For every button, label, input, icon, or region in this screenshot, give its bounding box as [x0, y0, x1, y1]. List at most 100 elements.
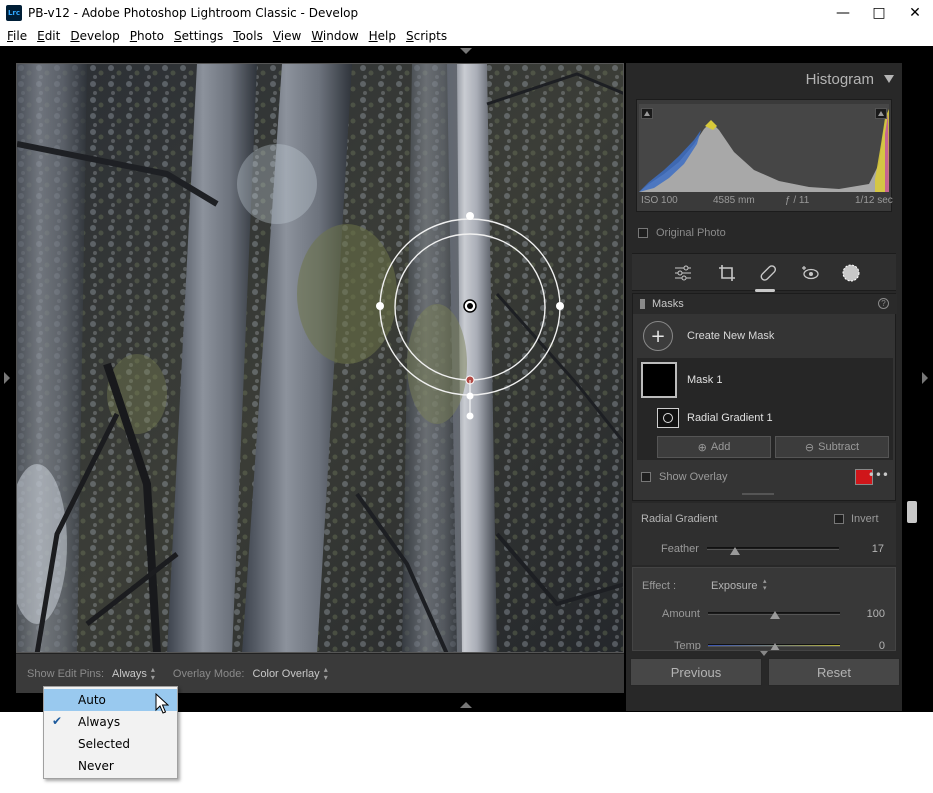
left-panel-toggle-icon[interactable] — [4, 372, 10, 384]
original-photo-checkbox[interactable] — [638, 228, 648, 238]
menu-scripts[interactable]: Scripts — [401, 29, 452, 43]
previous-button[interactable]: Previous — [630, 658, 762, 686]
menu-edit[interactable]: Edit — [32, 29, 65, 43]
right-panel-toggle-icon[interactable] — [922, 372, 928, 384]
subtract-icon: ⊖ — [804, 440, 815, 454]
dropdown-item-label: Selected — [78, 737, 131, 751]
masking-icon[interactable] — [840, 262, 862, 284]
invert-checkbox[interactable] — [834, 514, 844, 524]
effect-select[interactable]: Exposure — [711, 580, 757, 592]
dropdown-item-label: Auto — [78, 693, 106, 707]
invert-label: Invert — [851, 513, 879, 525]
amount-value[interactable]: 100 — [845, 608, 885, 620]
checkmark-icon: ✔ — [52, 714, 63, 728]
add-button[interactable]: ⊕ Add — [657, 436, 771, 458]
subtract-button[interactable]: ⊖ Subtract — [775, 436, 889, 458]
edit-pins-label: Show Edit Pins: — [27, 667, 105, 680]
reset-button[interactable]: Reset — [768, 658, 900, 686]
original-photo-label: Original Photo — [656, 227, 726, 239]
minimize-icon[interactable]: — — [825, 0, 861, 26]
plus-icon[interactable]: + — [643, 321, 673, 351]
temp-slider-thumb[interactable] — [770, 643, 780, 650]
effect-panel: Effect : Exposure ▴ ▾ Amount 100 Temp 0 — [632, 567, 896, 651]
help-icon[interactable]: ? — [878, 298, 889, 309]
crop-icon[interactable] — [716, 262, 738, 284]
shadow-clipping-icon[interactable] — [641, 108, 653, 119]
exif-info: ISO 100 4585 mm ƒ / 11 1/12 sec — [637, 195, 893, 209]
menu-bar: File Edit Develop Photo Settings Tools V… — [0, 26, 933, 46]
dropdown-item-selected[interactable]: Selected — [44, 733, 177, 755]
dropdown-item-never[interactable]: Never — [44, 755, 177, 777]
highlight-clipping-icon[interactable] — [875, 108, 887, 119]
menu-photo[interactable]: Photo — [125, 29, 169, 43]
dropdown-item-label: Always — [78, 715, 121, 729]
effect-caret-icon[interactable]: ▴ ▾ — [763, 578, 767, 592]
maximize-icon[interactable]: □ — [861, 0, 897, 26]
bottom-buttons: Previous Reset — [626, 658, 902, 688]
feather-slider-thumb[interactable] — [730, 547, 740, 555]
mask-name[interactable]: Mask 1 — [687, 374, 722, 386]
more-options-icon[interactable]: ••• — [868, 468, 889, 482]
edit-pins-select[interactable]: Always — [112, 668, 147, 680]
histogram-curve — [639, 109, 889, 192]
histogram[interactable]: ISO 100 4585 mm ƒ / 11 1/12 sec — [636, 99, 893, 212]
show-overlay-label: Show Overlay — [659, 471, 728, 483]
redeye-icon[interactable] — [800, 262, 822, 284]
masks-panel: Masks ? + Create New Mask Mask 1 Radial … — [632, 289, 897, 501]
menu-develop[interactable]: Develop — [65, 29, 124, 43]
overlay-mode-select[interactable]: Color Overlay — [252, 668, 319, 680]
aperture-value: ƒ / 11 — [785, 195, 810, 206]
histogram-header[interactable]: Histogram — [626, 63, 902, 93]
masks-header[interactable]: Masks ? — [633, 294, 897, 314]
add-button-label: Add — [710, 441, 731, 453]
edit-pins-caret-icon[interactable]: ▴ ▾ — [151, 665, 155, 682]
overlay-mode-label: Overlay Mode: — [172, 667, 245, 680]
amount-slider-thumb[interactable] — [770, 611, 780, 619]
top-panel-toggle-icon[interactable] — [460, 48, 472, 54]
radial-gradient-panel: Radial Gradient Invert Feather 17 — [632, 503, 896, 565]
panel-drag-handle[interactable] — [755, 289, 775, 292]
photo-canvas[interactable] — [16, 63, 624, 653]
filmstrip-toggle-icon[interactable] — [460, 702, 472, 708]
menu-window[interactable]: Window — [306, 29, 363, 43]
histogram-graph[interactable] — [639, 104, 889, 192]
amount-label: Amount — [662, 608, 700, 620]
feather-label: Feather — [661, 543, 699, 555]
menu-file[interactable]: File — [2, 29, 32, 43]
shutter-value: 1/12 sec — [855, 195, 893, 206]
dropdown-item-label: Never — [78, 759, 114, 773]
mask-component-name[interactable]: Radial Gradient 1 — [687, 412, 773, 424]
create-new-mask[interactable]: + Create New Mask — [643, 320, 887, 352]
photo-image[interactable] — [17, 64, 624, 653]
temp-label: Temp — [674, 640, 701, 651]
mask-thumbnail[interactable] — [641, 362, 677, 398]
feather-slider[interactable] — [707, 547, 839, 550]
menu-view[interactable]: View — [268, 29, 306, 43]
menu-settings[interactable]: Settings — [169, 29, 228, 43]
window-title: PB-v12 - Adobe Photoshop Lightroom Class… — [28, 6, 359, 20]
sliders-icon[interactable] — [672, 262, 694, 284]
app-icon: Lrc — [6, 5, 22, 21]
panel-switch-icon[interactable] — [640, 299, 645, 309]
show-overlay-checkbox[interactable] — [641, 472, 651, 482]
subtract-button-label: Subtract — [818, 441, 860, 453]
temp-value[interactable]: 0 — [845, 640, 885, 650]
overlay-mode-caret-icon[interactable]: ▴ ▾ — [324, 665, 328, 682]
iso-value: ISO 100 — [641, 195, 678, 206]
right-panel-scrollbar[interactable] — [907, 501, 917, 523]
feather-value[interactable]: 17 — [844, 543, 884, 555]
healing-icon[interactable] — [758, 262, 780, 284]
original-photo-toggle[interactable]: Original Photo — [636, 221, 892, 245]
menu-help[interactable]: Help — [364, 29, 401, 43]
right-panel: Histogram ISO 100 4585 mm ƒ / 11 1/12 se… — [626, 63, 902, 711]
tool-strip — [632, 253, 896, 291]
add-icon: ⊕ — [697, 440, 707, 454]
collapse-icon[interactable] — [884, 75, 894, 83]
title-bar: Lrc PB-v12 - Adobe Photoshop Lightroom C… — [0, 0, 933, 26]
radial-gradient-icon[interactable] — [657, 408, 679, 428]
close-icon[interactable]: ✕ — [897, 0, 933, 26]
menu-tools[interactable]: Tools — [228, 29, 268, 43]
panel-divider-handle[interactable] — [742, 493, 774, 495]
mouse-pointer-icon — [155, 693, 169, 714]
show-overlay-toggle[interactable]: Show Overlay — [639, 466, 891, 488]
